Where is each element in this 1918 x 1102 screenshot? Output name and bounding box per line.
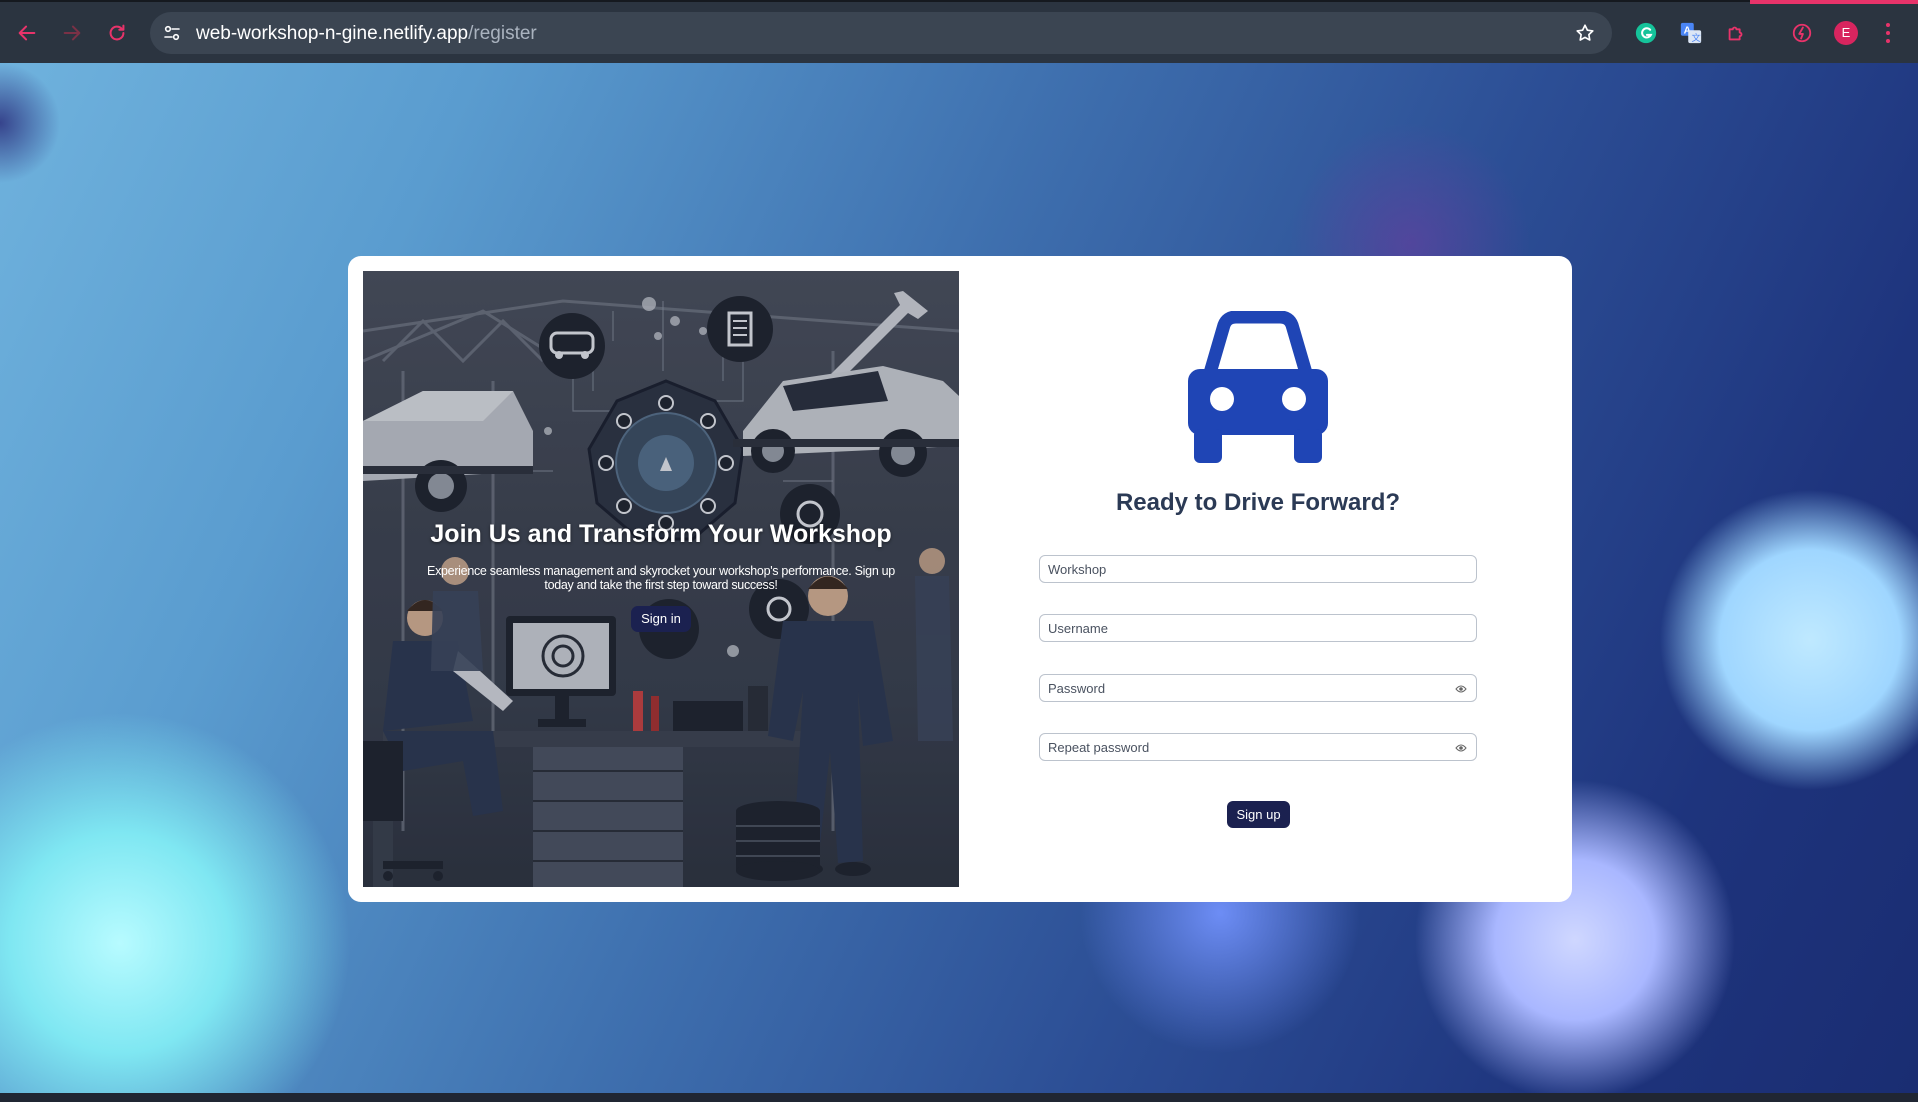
bookmark-star-icon[interactable] (1574, 22, 1596, 44)
performance-button[interactable] (1789, 20, 1815, 46)
workshop-field[interactable] (1039, 555, 1477, 583)
show-repeat-password-eye-icon[interactable] (1455, 742, 1467, 754)
password-input[interactable] (1048, 679, 1448, 697)
translate-icon: A 文 (1680, 22, 1702, 44)
sign-in-button[interactable]: Sign in (631, 606, 691, 632)
username-input[interactable] (1048, 619, 1448, 637)
hero-description: Experience seamless management and skyro… (427, 564, 895, 592)
svg-text:文: 文 (1691, 32, 1700, 43)
performance-icon (1792, 23, 1812, 43)
username-field[interactable] (1039, 614, 1477, 642)
url-path: /register (468, 23, 537, 44)
site-settings-icon[interactable] (162, 23, 182, 43)
translate-extension[interactable]: A 文 (1678, 20, 1704, 46)
profile-avatar[interactable]: E (1834, 21, 1858, 45)
reload-icon (109, 24, 125, 41)
hero-panel: Join Us and Transform Your Workshop Expe… (363, 271, 959, 887)
address-bar[interactable]: web-workshop-n-gine.netlify.app/register (150, 12, 1612, 54)
extensions-button[interactable] (1723, 20, 1749, 46)
password-field[interactable] (1039, 674, 1477, 702)
register-card: Join Us and Transform Your Workshop Expe… (348, 256, 1572, 902)
active-tab-indicator (1750, 0, 1918, 4)
forward-arrow-icon (63, 25, 81, 41)
form-title: Ready to Drive Forward? (1115, 489, 1401, 516)
hero-title: Join Us and Transform Your Workshop (430, 520, 892, 548)
repeat-password-input[interactable] (1048, 738, 1448, 756)
back-arrow-icon (18, 25, 36, 41)
sign-up-button[interactable]: Sign up (1227, 801, 1290, 828)
car-icon (1188, 311, 1328, 463)
back-button[interactable] (12, 18, 42, 48)
show-password-eye-icon[interactable] (1455, 683, 1467, 695)
forward-button[interactable] (57, 18, 87, 48)
workshop-input[interactable] (1048, 560, 1448, 578)
grammarly-icon (1635, 22, 1657, 44)
page-background: Join Us and Transform Your Workshop Expe… (0, 63, 1918, 1093)
url-text: web-workshop-n-gine.netlify.app/register (196, 23, 537, 45)
reload-button[interactable] (102, 18, 132, 48)
menu-dots-icon[interactable] (1884, 22, 1892, 44)
taskbar-strip (0, 1093, 1918, 1102)
url-host: web-workshop-n-gine.netlify.app (196, 23, 469, 44)
repeat-password-field[interactable] (1039, 733, 1477, 761)
extensions-puzzle-icon (1728, 26, 1743, 41)
grammarly-extension[interactable] (1633, 20, 1659, 46)
browser-toolbar: web-workshop-n-gine.netlify.app/register… (0, 0, 1918, 63)
